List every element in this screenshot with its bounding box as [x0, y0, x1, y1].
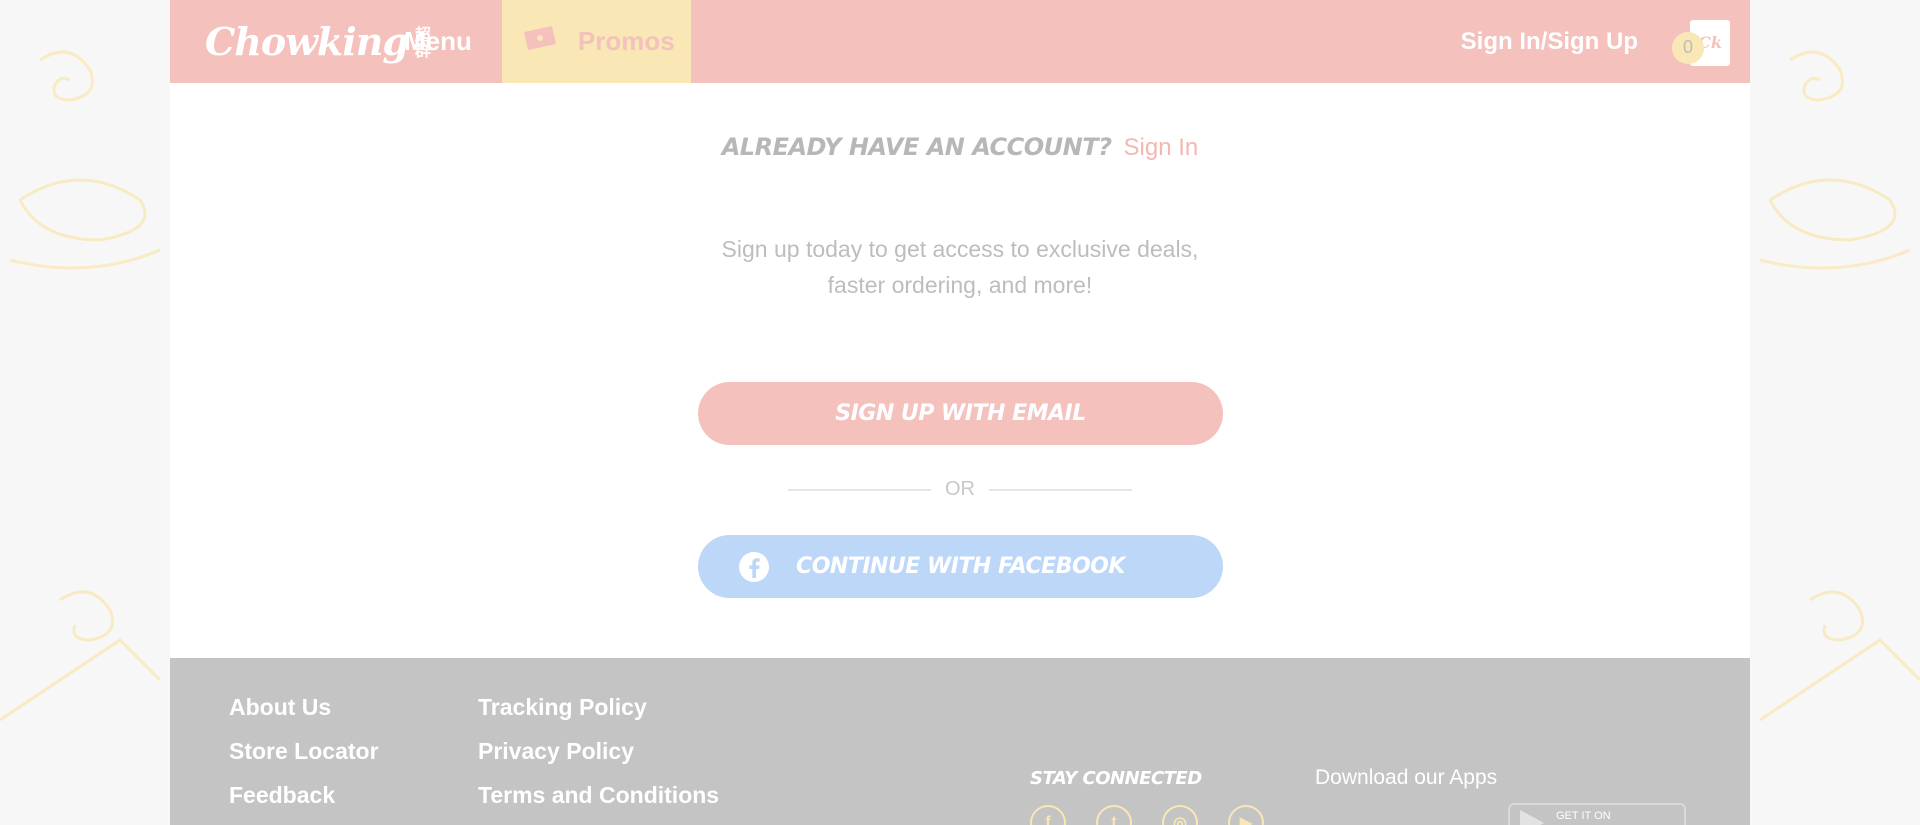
nav-promos[interactable]: Promos — [501, 0, 691, 83]
cart-count-badge: 0 — [1672, 31, 1704, 64]
chowking-logo[interactable]: Chowking 超群 — [170, 0, 429, 83]
instagram-icon[interactable]: ◎ — [1162, 805, 1198, 825]
signin-link[interactable]: Sign In — [1124, 134, 1199, 162]
or-line-right — [989, 488, 1132, 491]
google-play-small-text: GET IT ON — [1556, 810, 1611, 822]
footer-link-privacy-policy[interactable]: Privacy Policy — [478, 738, 719, 764]
footer-column-1: About Us Store Locator Feedback — [229, 694, 379, 808]
page-container: Chowking 超群 Menu Promos Sign In/Sign Up … — [170, 0, 1750, 825]
signup-intro: Sign up today to get access to exclusive… — [170, 231, 1750, 303]
signup-panel: ALREADY HAVE AN ACCOUNT? Sign In Sign up… — [170, 83, 1750, 658]
twitter-icon[interactable]: t — [1096, 805, 1132, 825]
stay-connected-heading: STAY CONNECTED — [1030, 768, 1202, 789]
ticket-icon — [520, 24, 560, 59]
download-apps-heading: Download our Apps — [1315, 766, 1498, 789]
facebook-icon — [739, 552, 769, 582]
logo-text: Chowking — [205, 19, 409, 64]
footer: About Us Store Locator Feedback Tracking… — [170, 658, 1750, 825]
social-links: f t ◎ ▶ — [1030, 805, 1264, 825]
footer-link-about[interactable]: About Us — [229, 694, 379, 720]
google-play-badge[interactable]: GET IT ON — [1508, 803, 1686, 825]
or-line-left — [788, 488, 931, 491]
google-play-icon — [1520, 810, 1544, 825]
footer-link-terms[interactable]: Terms and Conditions — [478, 782, 719, 808]
already-have-account: ALREADY HAVE AN ACCOUNT? Sign In — [170, 133, 1750, 162]
nav-promos-label: Promos — [577, 26, 675, 56]
youtube-icon[interactable]: ▶ — [1228, 805, 1264, 825]
nav-menu[interactable]: Menu — [400, 0, 502, 83]
signup-email-button[interactable]: SIGN UP WITH EMAIL — [698, 382, 1223, 445]
or-divider: OR — [170, 478, 1750, 501]
footer-link-tracking-policy[interactable]: Tracking Policy — [478, 694, 719, 720]
facebook-icon[interactable]: f — [1030, 805, 1066, 825]
intro-line-1: Sign up today to get access to exclusive… — [721, 236, 1199, 262]
continue-facebook-label: CONTINUE WITH FACEBOOK — [796, 554, 1125, 579]
cart-button[interactable]: Ck 0 — [1672, 18, 1730, 66]
footer-link-feedback[interactable]: Feedback — [229, 782, 379, 808]
footer-column-2: Tracking Policy Privacy Policy Terms and… — [478, 694, 719, 808]
or-text: OR — [945, 478, 975, 500]
signin-signup-link[interactable]: Sign In/Sign Up — [1461, 28, 1638, 56]
already-have-account-text: ALREADY HAVE AN ACCOUNT? — [721, 133, 1112, 161]
continue-facebook-button[interactable]: CONTINUE WITH FACEBOOK — [698, 535, 1223, 598]
header-bar: Chowking 超群 Menu Promos Sign In/Sign Up … — [170, 0, 1750, 83]
footer-link-store-locator[interactable]: Store Locator — [229, 738, 379, 764]
intro-line-2: faster ordering, and more! — [827, 272, 1093, 298]
